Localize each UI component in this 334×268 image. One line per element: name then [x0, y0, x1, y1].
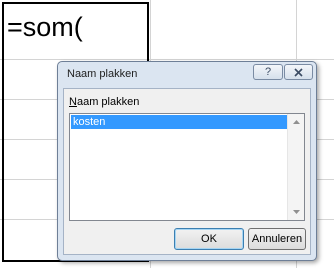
dialog-title: Naam plakken	[67, 68, 138, 80]
cell-formula[interactable]: =som(	[7, 10, 83, 44]
dialog-body: Naam plakken kosten OK Annuleren	[63, 88, 311, 255]
close-button[interactable]	[284, 64, 313, 80]
names-listbox[interactable]: kosten	[69, 113, 305, 221]
help-icon: ?	[264, 65, 272, 78]
spreadsheet-grid: =som( Naam plakken ? Naam plakken kosten	[0, 0, 334, 268]
scroll-up-arrow-icon	[292, 120, 300, 124]
scroll-down-button[interactable]	[288, 204, 304, 220]
scroll-down-arrow-icon	[292, 210, 300, 214]
scroll-up-button[interactable]	[288, 114, 304, 130]
paste-name-dialog: Naam plakken ? Naam plakken kosten OK An…	[57, 61, 317, 261]
help-button[interactable]: ?	[253, 64, 283, 80]
dialog-titlebar[interactable]: Naam plakken ?	[58, 62, 316, 88]
vertical-scrollbar[interactable]	[287, 114, 304, 220]
names-list-label: Naam plakken	[69, 96, 139, 108]
close-icon	[294, 67, 303, 77]
cancel-button[interactable]: Annuleren	[248, 228, 306, 250]
ok-button[interactable]: OK	[174, 228, 244, 250]
list-item-kosten[interactable]: kosten	[71, 115, 287, 129]
label-text: aam plakken	[76, 96, 140, 108]
label-mnemonic: N	[69, 96, 77, 108]
